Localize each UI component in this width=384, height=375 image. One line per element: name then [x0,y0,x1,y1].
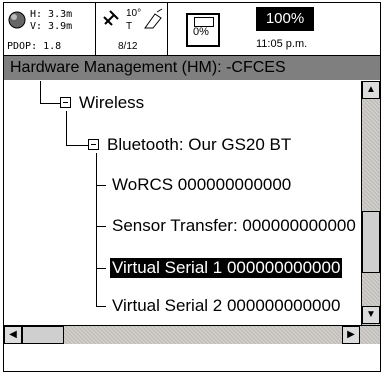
tree-line [96,153,97,306]
tree-item-virtual-serial-2[interactable]: Virtual Serial 2 000000000000 [112,296,340,316]
arrow-left-icon: ◀ [9,329,17,340]
vertical-scrollbar[interactable]: ▲ ▼ [361,81,380,325]
v-value: V: 3.9m [30,21,73,32]
gps-status-icon [8,11,26,29]
satellite-icon [103,10,119,26]
arrow-down-icon: ▼ [366,309,376,320]
tree-item-worcs[interactable]: WoRCS 000000000000 [112,175,291,195]
vertical-scroll-thumb[interactable] [362,211,380,273]
battery-status[interactable]: 100% 11:05 p.m. [244,3,380,55]
satellite-status[interactable]: 10° T 8/12 [96,3,168,55]
h-value: H: 3.3m [30,9,73,20]
status-bar: H: 3.3m V: 3.9m PDOP: 1.8 10° T 8/12 0% [4,3,380,56]
battery-percent: 100% [265,10,305,27]
sat-elevation: 10° [126,8,142,19]
memory-status[interactable]: 0% [168,3,244,55]
scroll-left-button[interactable]: ◀ [4,326,22,344]
memory-card-icon: 0% [186,13,220,47]
pdop-value: PDOP: 1.8 [7,41,62,52]
scroll-up-button[interactable]: ▲ [362,81,380,99]
antenna-icon [144,8,163,29]
tree-node-wireless[interactable]: Wireless [79,93,144,113]
sat-mode: T [126,21,133,32]
sat-count: 8/12 [118,41,138,52]
memory-percent: 0% [193,26,209,38]
tree-line [66,145,88,146]
tree-line [40,103,60,104]
tree-line [40,81,41,103]
tree-node-bluetooth[interactable]: Bluetooth: Our GS20 BT [107,135,291,155]
battery-icon: 100% [256,7,314,31]
tree-item-sensor-transfer[interactable]: Sensor Transfer: 000000000000 [112,216,356,236]
horizontal-scroll-thumb[interactable] [22,326,64,344]
tree-line [66,111,67,146]
scroll-right-button[interactable]: ▶ [342,326,360,344]
gps-status[interactable]: H: 3.3m V: 3.9m PDOP: 1.8 [4,3,96,55]
collapse-wireless-icon[interactable] [60,97,71,108]
hardware-tree: Wireless Bluetooth: Our GS20 BT WoRCS 00… [4,81,359,325]
tree-line [96,226,106,227]
horizontal-scrollbar[interactable]: ◀ ▶ [4,325,380,344]
tree-line [96,306,106,307]
tree-line [96,268,106,269]
scroll-down-button[interactable]: ▼ [362,306,380,324]
arrow-up-icon: ▲ [366,84,376,95]
window-title: Hardware Management (HM): -CFCES [4,56,380,80]
arrow-right-icon: ▶ [347,329,355,340]
collapse-bluetooth-icon[interactable] [88,139,99,150]
app-window: H: 3.3m V: 3.9m PDOP: 1.8 10° T 8/12 0% [3,2,381,372]
clock: 11:05 p.m. [256,38,308,50]
tree-item-virtual-serial-1[interactable]: Virtual Serial 1 000000000000 [110,258,343,278]
tree-line [96,185,106,186]
